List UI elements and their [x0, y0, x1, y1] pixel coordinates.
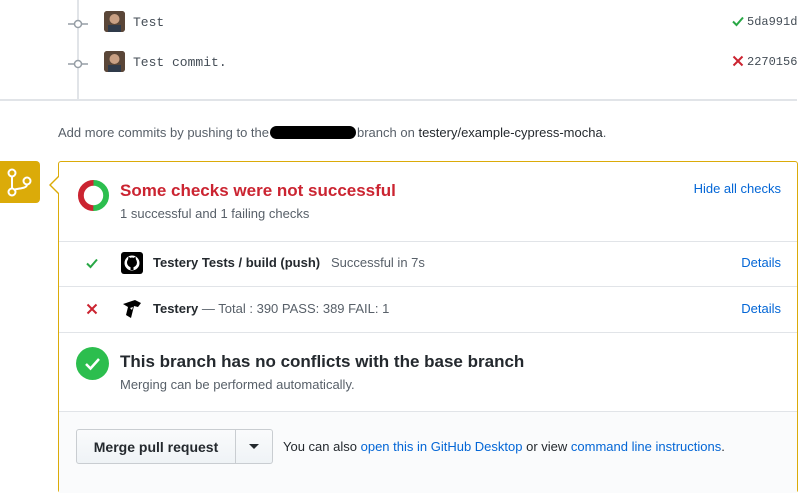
check-circle-icon	[76, 347, 109, 380]
branch-badge	[0, 161, 40, 203]
open-in-desktop-link[interactable]: open this in GitHub Desktop	[361, 439, 523, 454]
chevron-down-icon	[249, 444, 259, 449]
check-description: Successful in 7s	[330, 255, 425, 270]
avatar[interactable]	[104, 11, 125, 32]
check-icon	[86, 258, 98, 269]
check-row: Testery — Total : 390 PASS: 389 FAIL: 1 …	[59, 287, 797, 333]
commit-message[interactable]: Test commit.	[133, 55, 227, 70]
no-conflicts-title: This branch has no conflicts with the ba…	[120, 352, 525, 371]
commit-row: Test commit. 2270156	[0, 49, 811, 79]
push-hint-text: Add more commits by pushing to the	[58, 125, 269, 140]
merge-box: Some checks were not successful 1 succes…	[58, 161, 798, 493]
details-link[interactable]: Details	[741, 255, 781, 270]
x-icon	[86, 303, 98, 315]
commit-node-icon	[68, 19, 88, 29]
command-line-instructions-link[interactable]: command line instructions	[571, 439, 721, 454]
testery-icon	[123, 300, 141, 318]
divider	[0, 99, 797, 101]
check-title: Testery Tests / build (push)	[153, 255, 321, 270]
redacted-branch-name	[270, 126, 356, 139]
merge-pull-request-button[interactable]: Merge pull request	[76, 429, 236, 464]
check-name: Testery — Total : 390 PASS: 389 FAIL: 1	[153, 301, 389, 316]
no-conflicts-subtitle: Merging can be performed automatically.	[120, 377, 355, 392]
check-row: Testery Tests / build (push) Successful …	[59, 241, 797, 287]
repo-name: testery/example-cypress-mocha	[418, 125, 603, 140]
merge-hint-text: .	[721, 439, 725, 454]
checks-summary: Some checks were not successful 1 succes…	[59, 162, 797, 242]
hide-all-checks-link[interactable]: Hide all checks	[694, 181, 781, 196]
checks-status-subtitle: 1 successful and 1 failing checks	[120, 206, 310, 221]
merge-hint: You can also open this in GitHub Desktop…	[283, 439, 725, 454]
check-title: Testery	[153, 301, 199, 316]
details-link[interactable]: Details	[741, 301, 781, 316]
push-hint: Add more commits by pushing to the branch…	[58, 125, 606, 140]
box-caret-inner	[51, 177, 59, 193]
avatar[interactable]	[104, 51, 125, 72]
push-hint-text: branch on	[357, 125, 415, 140]
check-description: — Total : 390 PASS: 389 FAIL: 1	[201, 301, 390, 316]
status-ring-icon	[77, 179, 110, 212]
commit-node-icon	[68, 59, 88, 69]
checks-status-title: Some checks were not successful	[120, 181, 396, 200]
check-icon[interactable]	[731, 14, 745, 28]
commit-sha[interactable]: 2270156	[747, 55, 797, 69]
commit-sha[interactable]: 5da991d	[747, 15, 797, 29]
commit-message[interactable]: Test	[133, 15, 164, 30]
github-icon	[121, 252, 143, 274]
merge-method-dropdown[interactable]	[236, 429, 273, 464]
commit-row: Test 5da991d	[0, 9, 811, 39]
push-hint-text: .	[602, 125, 607, 140]
x-icon[interactable]	[731, 54, 745, 68]
merge-hint-text: or view	[526, 439, 568, 454]
check-name: Testery Tests / build (push) Successful …	[153, 255, 425, 270]
merge-hint-text: You can also	[283, 439, 357, 454]
git-branch-icon	[7, 168, 32, 197]
